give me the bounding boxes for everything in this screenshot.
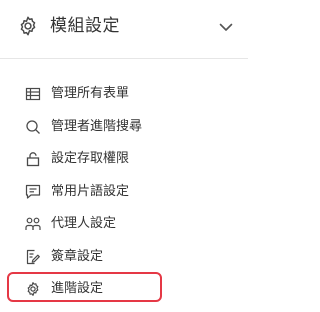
chevron-down-icon[interactable] [219,22,233,32]
module-settings-header[interactable]: 模組設定 [0,0,248,58]
menu-item-common-phrases[interactable]: 常用片語設定 [0,176,248,209]
gear-icon [17,15,39,37]
header-divider [0,58,248,59]
menu-item-access-permissions[interactable]: 設定存取權限 [0,143,248,176]
menu-item-admin-advanced-search[interactable]: 管理者進階搜尋 [0,111,248,144]
message-icon [25,184,41,200]
menu-item-label: 設定存取權限 [51,151,130,166]
signature-icon [25,249,41,265]
settings-icon [25,281,41,297]
module-settings-panel: 模組設定 管理所有表單 管理者進階搜尋 設定存取權限 常用片語設定 代理人設定 … [0,0,248,312]
menu-item-advanced-settings[interactable]: 進階設定 [0,272,248,306]
settings-menu: 管理所有表單 管理者進階搜尋 設定存取權限 常用片語設定 代理人設定 簽章設定 … [0,78,248,306]
module-settings-title: 模組設定 [50,16,120,36]
lock-icon [25,151,41,167]
menu-item-label: 簽章設定 [51,248,104,264]
menu-item-label: 進階設定 [51,281,104,296]
menu-item-delegate-settings[interactable]: 代理人設定 [0,208,248,241]
table-icon [25,86,41,102]
menu-item-label: 代理人設定 [51,216,117,231]
menu-item-signature-settings[interactable]: 簽章設定 [0,241,248,274]
menu-item-label: 常用片語設定 [51,183,130,199]
menu-item-label: 管理者進階搜尋 [51,118,143,134]
menu-item-manage-forms[interactable]: 管理所有表單 [0,78,248,111]
menu-item-label: 管理所有表單 [51,86,130,101]
users-icon [25,216,41,232]
search-icon [25,119,41,135]
